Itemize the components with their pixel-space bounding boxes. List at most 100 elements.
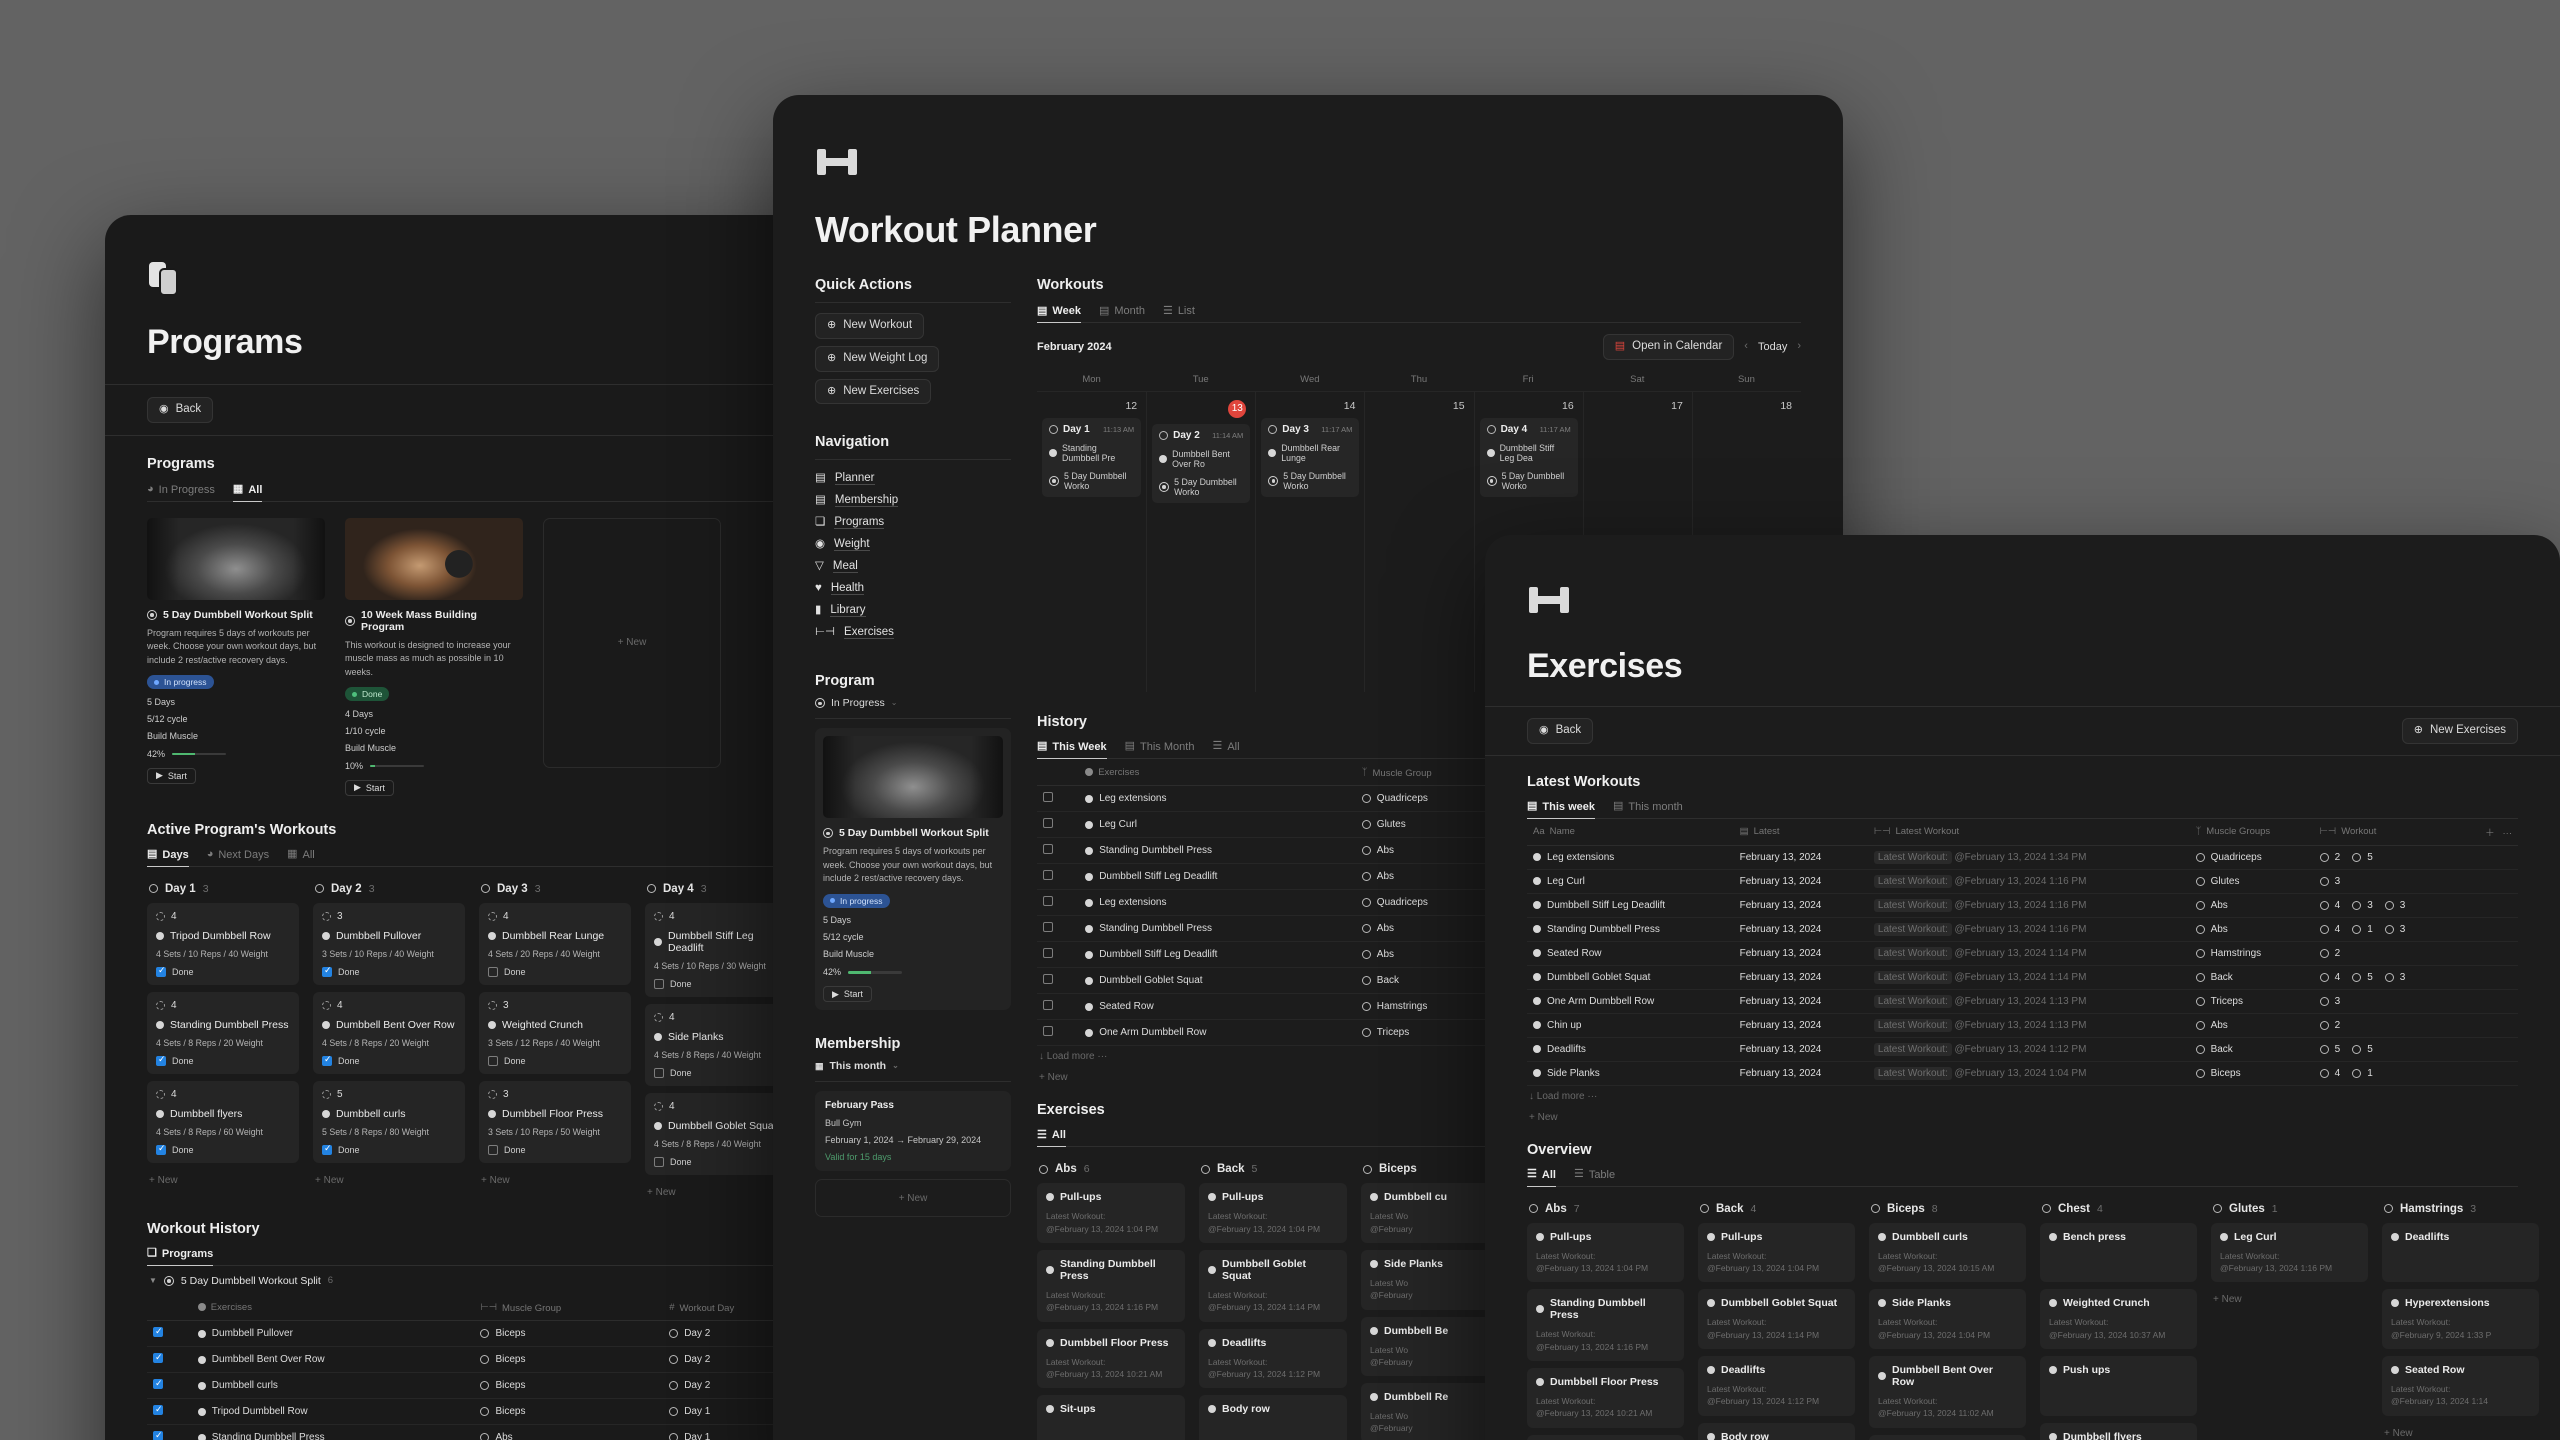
- latest-new[interactable]: + New: [1527, 1107, 2518, 1128]
- overview-tab-table[interactable]: ☰ Table: [1574, 1169, 1615, 1187]
- cell-check[interactable]: [1037, 941, 1080, 969]
- history-tab-this-week[interactable]: ▤ This Week: [1037, 741, 1107, 759]
- done-checkbox[interactable]: [156, 1143, 166, 1155]
- workouts-tab-month[interactable]: ▤ Month: [1099, 305, 1145, 323]
- exercise-card[interactable]: Deadlifts Latest Workout: @February 13, 20…: [1698, 1356, 1855, 1416]
- exercise-card[interactable]: Dumbbell Rear LungeLatest Workout:@Febru…: [1869, 1434, 2026, 1440]
- next-week-button[interactable]: ›: [1797, 341, 1801, 352]
- exercise-card[interactable]: Dumbbell Goblet Squat Latest Workout: @Feb…: [1199, 1249, 1347, 1322]
- exercise-card[interactable]: Dumbbell Floor Press Latest Workout: @Febr…: [1527, 1368, 1684, 1428]
- done-row[interactable]: Done: [654, 1156, 788, 1167]
- calendar-cell[interactable]: 12 Day 1 11:13 AM Standing Dumbbell Pre 5 Da…: [1037, 392, 1146, 692]
- more-options-icon[interactable]: ···: [2503, 828, 2513, 839]
- cell-check[interactable]: [147, 1320, 192, 1348]
- membership-new-tile[interactable]: + New: [815, 1179, 1011, 1218]
- table-row[interactable]: Leg extensions February 13, 2024 Latest Wo…: [1527, 845, 2518, 870]
- exercise-card[interactable]: Dumbbell curls Latest Workout: @February 1…: [1869, 1222, 2026, 1283]
- add-column-header[interactable]: ＋ ···: [2462, 818, 2518, 846]
- cell-check[interactable]: [1037, 1019, 1080, 1047]
- exercise-card[interactable]: Body row: [1698, 1422, 1855, 1440]
- table-row[interactable]: Side Planks February 13, 2024 Latest Worko…: [1527, 1061, 2518, 1086]
- start-button[interactable]: ▶ Start: [823, 986, 872, 1003]
- exercise-card[interactable]: Sit-ups: [1527, 1434, 1684, 1440]
- done-row[interactable]: Done: [488, 1144, 622, 1155]
- exercise-card[interactable]: Pull-ups Latest Workout: @February 13, 202…: [1037, 1183, 1185, 1243]
- back-button[interactable]: ◉ Back: [147, 397, 214, 423]
- done-row[interactable]: Done: [322, 965, 456, 977]
- exercise-card[interactable]: Standing Dumbbell Press Latest Workout: @F…: [1037, 1249, 1185, 1322]
- exercise-card[interactable]: Pull-ups Latest Workout: @February 13, 202…: [1698, 1222, 1855, 1283]
- calendar-event[interactable]: Day 4 11:17 AM Dumbbell Stiff Leg Dea 5 Day…: [1479, 417, 1578, 497]
- row-checkbox[interactable]: [1043, 844, 1053, 855]
- workout-card[interactable]: 4 Tripod Dumbbell Row 4 Sets / 10 Reps / 4…: [147, 902, 299, 985]
- quick-action-new-exercises[interactable]: ⊕ New Exercises: [815, 378, 932, 405]
- start-button[interactable]: ▶ Start: [345, 779, 394, 796]
- cell-check[interactable]: [1037, 993, 1080, 1021]
- done-row[interactable]: Done: [322, 1143, 456, 1155]
- cell-check[interactable]: [1037, 967, 1080, 995]
- exercise-card[interactable]: Dumbbell Floor Press Latest Workout: @Febr…: [1037, 1328, 1185, 1389]
- active-workouts-tab-days[interactable]: ▤ Days: [147, 849, 189, 867]
- cell-check[interactable]: [147, 1398, 192, 1426]
- column-header[interactable]: Day 3 3: [479, 879, 631, 903]
- done-checkbox[interactable]: [156, 965, 166, 977]
- workout-card[interactable]: 3 Weighted Crunch 3 Sets / 12 Reps / 40 We…: [479, 991, 631, 1074]
- exercise-card[interactable]: Hyperextensions Latest Workout: @February …: [2382, 1289, 2539, 1350]
- exercise-card[interactable]: Leg Curl Latest Workout: @February 13, 202…: [2211, 1222, 2368, 1283]
- workout-card[interactable]: 3 Dumbbell Floor Press 3 Sets / 10 Reps / …: [479, 1080, 631, 1163]
- workout-card[interactable]: 4 Dumbbell Bent Over Row 4 Sets / 8 Reps /…: [313, 991, 465, 1074]
- done-checkbox[interactable]: [654, 1067, 664, 1078]
- cell-check[interactable]: [1037, 811, 1080, 839]
- programs-tab-all[interactable]: ▦ All: [232, 484, 263, 502]
- table-row[interactable]: One Arm Dumbbell Row February 13, 2024 Lat…: [1527, 989, 2518, 1014]
- sidebar-item-planner[interactable]: ▤ Planner: [815, 467, 1011, 489]
- overview-tab-all[interactable]: ☰ All: [1527, 1169, 1556, 1187]
- table-row[interactable]: Chin up February 13, 2024 Latest Workout: …: [1527, 1013, 2518, 1038]
- cell-check[interactable]: [147, 1372, 192, 1400]
- column-new[interactable]: + New: [147, 1170, 299, 1191]
- plus-icon[interactable]: ＋: [2485, 828, 2495, 839]
- exercise-card[interactable]: Pull-ups Latest Workout: @February 13, 202…: [1199, 1183, 1347, 1243]
- row-checkbox[interactable]: [153, 1430, 163, 1440]
- column-header[interactable]: Day 1 3: [147, 879, 299, 903]
- workout-card[interactable]: 3 Dumbbell Pullover 3 Sets / 10 Reps / 40 …: [313, 902, 465, 985]
- workout-card[interactable]: 4 Dumbbell flyers 4 Sets / 8 Reps / 60 Wei…: [147, 1080, 299, 1163]
- exercise-card[interactable]: Dumbbell Goblet Squat Latest Workout: @Feb…: [1698, 1289, 1855, 1350]
- exercises-tab-all[interactable]: ☰ All: [1037, 1129, 1066, 1148]
- quick-action-new-weight-log[interactable]: ⊕ New Weight Log: [815, 345, 940, 372]
- row-checkbox[interactable]: [1043, 1000, 1053, 1011]
- program-card[interactable]: 5 Day Dumbbell Workout Split Program req…: [815, 728, 1011, 1011]
- column-new[interactable]: + New: [2211, 1289, 2368, 1310]
- sidebar-item-library[interactable]: ▮ Library: [815, 599, 1011, 621]
- exercise-card[interactable]: Seated Row Latest Workout: @February 13, 2…: [2382, 1356, 2539, 1416]
- calendar-event[interactable]: Day 1 11:13 AM Standing Dumbbell Pre 5 Day …: [1042, 417, 1142, 497]
- column-new[interactable]: + New: [479, 1170, 631, 1191]
- done-row[interactable]: Done: [156, 1143, 290, 1155]
- exercise-card[interactable]: Side Planks Latest Workout: @February 13, …: [1869, 1289, 2026, 1350]
- cell-check[interactable]: [1037, 889, 1080, 917]
- done-checkbox[interactable]: [322, 1143, 332, 1155]
- column-new[interactable]: + New: [313, 1170, 465, 1191]
- cell-check[interactable]: [1037, 837, 1080, 865]
- done-checkbox[interactable]: [488, 1055, 498, 1066]
- active-workouts-tab-next-days[interactable]: ◕ Next Days: [207, 849, 269, 867]
- row-checkbox[interactable]: [1043, 818, 1053, 829]
- column-header[interactable]: Biceps 8: [1869, 1199, 2026, 1223]
- exercise-card[interactable]: Body row: [1199, 1395, 1347, 1440]
- history-tab-this-month[interactable]: ▤ This Month: [1125, 741, 1195, 759]
- table-row[interactable]: Dumbbell Goblet Squat February 13, 2024 La…: [1527, 965, 2518, 990]
- calendar-cell[interactable]: 14 Day 3 11:17 AM Dumbbell Rear Lunge 5 Day …: [1255, 391, 1364, 692]
- new-exercises-button[interactable]: ⊕ New Exercises: [2401, 718, 2518, 744]
- membership-filter[interactable]: ▦ This month ⌄: [815, 1060, 1011, 1072]
- open-in-calendar-button[interactable]: ▤ Open in Calendar: [1602, 334, 1735, 360]
- done-row[interactable]: Done: [488, 1055, 622, 1066]
- table-row[interactable]: Dumbbell Stiff Leg Deadlift February 13, …: [1527, 893, 2518, 918]
- table-row[interactable]: Leg Curl February 13, 2024 Latest Workout:…: [1527, 869, 2518, 894]
- column-header[interactable]: Abs 6: [1037, 1159, 1185, 1183]
- column-header[interactable]: Chest 4: [2040, 1199, 2197, 1223]
- done-row[interactable]: Done: [156, 1054, 290, 1066]
- quick-action-new-workout[interactable]: ⊕ New Workout: [815, 313, 925, 339]
- sidebar-item-weight[interactable]: ◉ Weight: [815, 533, 1011, 555]
- done-checkbox[interactable]: [488, 966, 498, 977]
- exercise-card[interactable]: Deadlifts Latest Workout: @February 13, 20…: [1199, 1328, 1347, 1389]
